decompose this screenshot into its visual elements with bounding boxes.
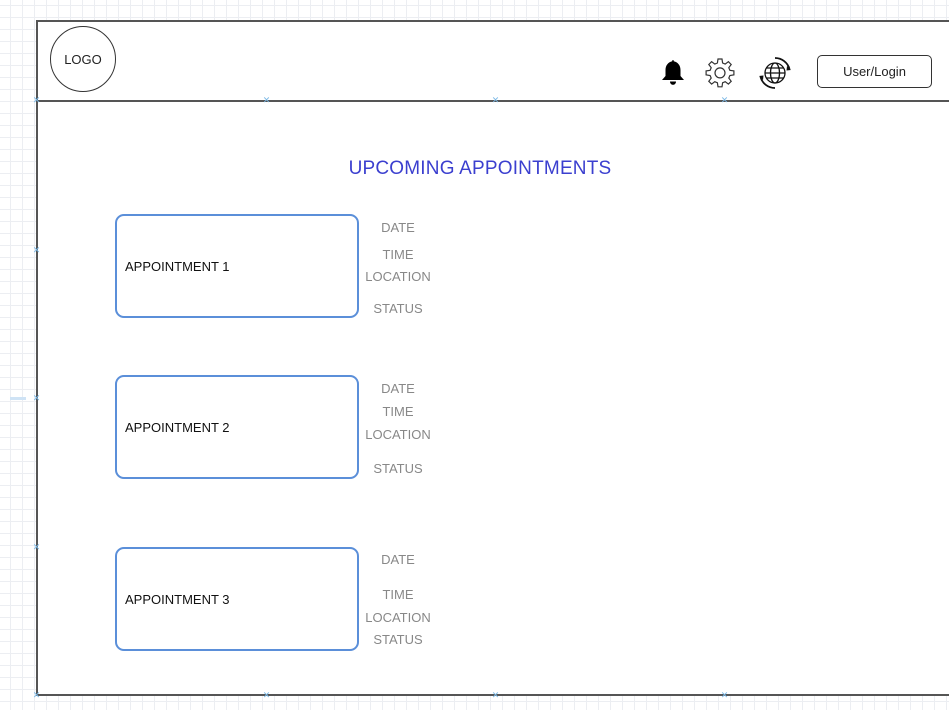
appointment-card[interactable]: APPOINTMENT 1 [115, 214, 359, 318]
connection-marker: ✕ [262, 690, 271, 700]
appointment-time: TIME [382, 587, 414, 602]
connection-marker: ✕ [32, 690, 41, 700]
appointment-date: DATE [381, 381, 415, 396]
logo[interactable]: LOGO [50, 26, 116, 92]
connection-marker: ✕ [491, 690, 500, 700]
connection-marker: ✕ [32, 95, 41, 105]
appointment-time: TIME [382, 247, 414, 262]
bell-icon[interactable] [660, 58, 686, 86]
appointment-label: APPOINTMENT 3 [125, 591, 230, 607]
globe-icon[interactable] [758, 56, 792, 90]
appointment-card[interactable]: APPOINTMENT 2 [115, 375, 359, 479]
connection-marker: ✕ [720, 95, 729, 105]
user-login-button[interactable]: User/Login [817, 55, 932, 88]
connection-marker: ✕ [32, 245, 41, 255]
selection-indicator [10, 397, 26, 400]
connection-marker: ✕ [262, 95, 271, 105]
appointment-date: DATE [381, 552, 415, 567]
gear-icon[interactable] [705, 56, 735, 88]
connection-marker: ✕ [32, 393, 41, 403]
connection-marker: ✕ [720, 690, 729, 700]
appointment-status: STATUS [373, 461, 423, 476]
connection-marker: ✕ [491, 95, 500, 105]
appointment-label: APPOINTMENT 1 [125, 258, 230, 274]
appointment-label: APPOINTMENT 2 [125, 419, 230, 435]
appointment-card[interactable]: APPOINTMENT 3 [115, 547, 359, 651]
appointment-location: LOCATION [365, 610, 431, 625]
appointment-status: STATUS [373, 301, 423, 316]
appointment-location: LOCATION [365, 427, 431, 442]
page-title: UPCOMING APPOINTMENTS [348, 158, 612, 179]
connection-marker: ✕ [32, 542, 41, 552]
appointment-location: LOCATION [365, 269, 431, 284]
appointment-date: DATE [381, 220, 415, 235]
appointment-time: TIME [382, 404, 414, 419]
appointment-status: STATUS [373, 632, 423, 647]
